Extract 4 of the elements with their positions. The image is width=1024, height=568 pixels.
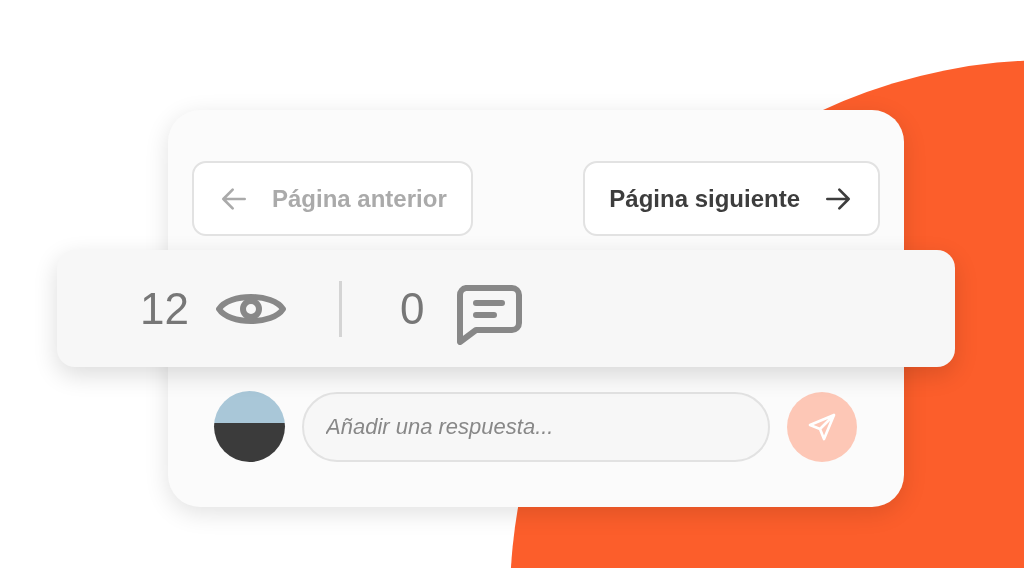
view-count: 12 [140, 283, 189, 334]
chat-bubble-icon [456, 284, 523, 345]
comment-count: 0 [399, 283, 425, 334]
next-page-button[interactable]: Página siguiente [583, 161, 880, 236]
